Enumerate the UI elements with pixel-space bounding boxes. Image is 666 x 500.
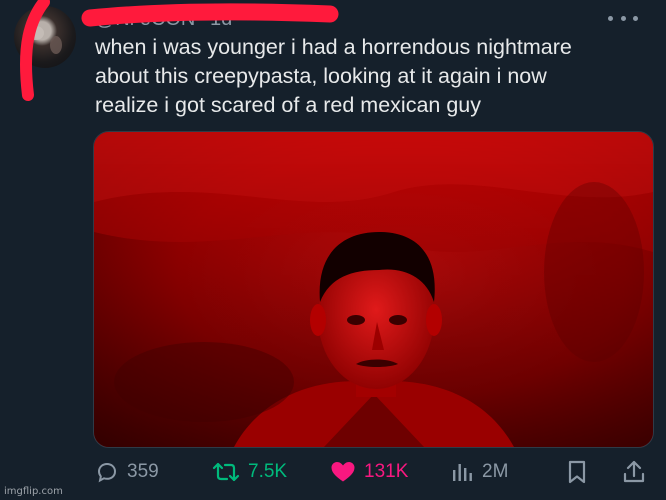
heart-icon	[331, 462, 355, 482]
author-handle[interactable]: @Ni eCON	[95, 8, 195, 31]
views-bar-chart-icon	[453, 464, 472, 481]
retweet-icon	[212, 462, 240, 482]
views-button[interactable]: 2M	[450, 452, 508, 492]
tweet-text-line-1: when i was younger i had a horrendous ni…	[95, 35, 572, 59]
tweet-header: @Ni eCON · 1d	[95, 6, 232, 32]
tweet-text-line-3: realize i got scared of a red mexican gu…	[95, 93, 482, 117]
bookmark-button[interactable]	[566, 452, 588, 492]
share-icon	[623, 460, 645, 483]
like-count: 131K	[364, 461, 409, 482]
red-face-photo	[94, 132, 653, 447]
retweet-button[interactable]: 7.5K	[212, 452, 287, 492]
share-button[interactable]	[622, 452, 646, 492]
tweet-media-image[interactable]	[93, 131, 654, 448]
tweet-text-line-2: about this creepypasta, looking at it ag…	[95, 64, 547, 88]
reply-button[interactable]: 359	[95, 452, 159, 492]
tweet-age[interactable]: 1d	[210, 8, 232, 31]
reply-count: 359	[127, 461, 159, 482]
views-count: 2M	[482, 461, 509, 482]
tweet-text: when i was younger i had a horrendous ni…	[95, 33, 650, 120]
retweet-count: 7.5K	[248, 461, 288, 482]
more-horizontal-icon[interactable]	[608, 10, 638, 26]
imgflip-watermark: imgflip.com	[4, 486, 63, 497]
header-separator: ·	[199, 7, 206, 30]
reply-icon	[97, 462, 117, 483]
avatar[interactable]	[14, 6, 76, 68]
like-button[interactable]: 131K	[330, 452, 408, 492]
tweet-actions: 359 7.5K 131K 2M	[0, 452, 666, 492]
bookmark-icon	[568, 460, 586, 484]
